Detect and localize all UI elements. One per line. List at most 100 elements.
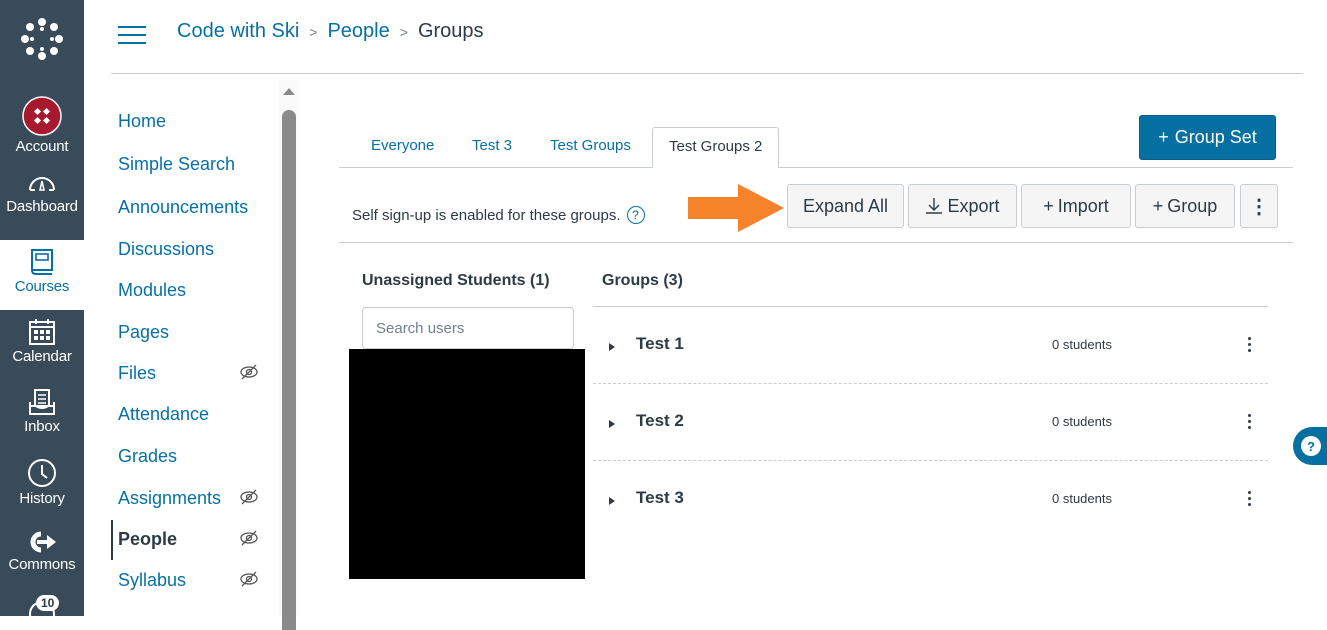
- redacted-student-list: [349, 349, 585, 579]
- nav-label: Account: [15, 138, 69, 155]
- breadcrumb: Code with Ski > People > Groups: [177, 20, 484, 43]
- add-group-set-button[interactable]: + Group Set: [1139, 115, 1276, 160]
- scrollbar-thumb[interactable]: [282, 110, 296, 630]
- expand-caret-icon[interactable]: [609, 343, 615, 351]
- nav-label: Calendar: [12, 348, 72, 365]
- active-indicator: [111, 520, 113, 560]
- add-group-button[interactable]: + Group: [1135, 184, 1235, 228]
- scroll-up-arrow-icon[interactable]: [283, 88, 295, 95]
- group-kebab-icon[interactable]: [1241, 332, 1257, 356]
- nav-label: Dashboard: [6, 198, 78, 215]
- help-question-icon[interactable]: ?: [626, 206, 645, 224]
- button-label: Group: [1167, 195, 1218, 216]
- breadcrumb-separator: >: [309, 23, 318, 40]
- account-avatar-icon: [22, 96, 62, 136]
- canvas-logo[interactable]: [0, 14, 84, 70]
- tab-test-groups[interactable]: Test Groups: [550, 137, 631, 154]
- course-nav-syllabus[interactable]: Syllabus: [118, 570, 186, 591]
- course-nav-grades[interactable]: Grades: [118, 446, 177, 467]
- plus-icon: +: [1152, 195, 1164, 216]
- nav-label: Courses: [14, 278, 70, 295]
- nav-label: History: [19, 490, 65, 507]
- nav-account[interactable]: Account: [0, 96, 84, 166]
- kebab-icon: ⋮: [1249, 195, 1269, 218]
- export-button[interactable]: Export: [908, 184, 1017, 228]
- search-users-input[interactable]: [362, 307, 574, 349]
- annotation-arrow-icon: [688, 184, 784, 232]
- group-kebab-icon[interactable]: [1241, 486, 1257, 510]
- nav-inbox[interactable]: Inbox: [0, 382, 84, 452]
- tab-test-groups-2[interactable]: Test Groups 2: [652, 127, 780, 168]
- course-nav-modules[interactable]: Modules: [118, 280, 186, 301]
- nav-courses[interactable]: Courses: [0, 240, 84, 310]
- button-label: Export: [947, 195, 1000, 216]
- commons-icon: [30, 531, 56, 553]
- course-nav-people[interactable]: People: [118, 529, 177, 550]
- self-signup-text: Self sign-up is enabled for these groups…: [352, 206, 621, 224]
- canvas-logo-icon: [21, 18, 63, 60]
- breadcrumb-current: Groups: [417, 20, 484, 42]
- nav-label: Inbox: [24, 418, 60, 435]
- plus-icon: +: [1158, 127, 1169, 147]
- course-nav-home[interactable]: Home: [118, 111, 166, 132]
- course-nav-files[interactable]: Files: [118, 363, 156, 384]
- dashboard-icon: [29, 177, 55, 191]
- group-row[interactable]: Test 1 0 students: [593, 307, 1268, 384]
- calendar-icon: [29, 319, 55, 345]
- group-kebab-icon[interactable]: [1241, 409, 1257, 433]
- help-tray-button[interactable]: ?: [1293, 427, 1327, 465]
- inbox-icon: [29, 389, 55, 415]
- courses-icon: [31, 249, 53, 275]
- plus-icon: +: [1043, 195, 1054, 216]
- hidden-eye-icon: [240, 489, 258, 505]
- hamburger-icon: [118, 26, 146, 28]
- button-label: Group Set: [1174, 127, 1257, 147]
- button-label: Expand All: [802, 195, 889, 216]
- self-signup-notice: Self sign-up is enabled for these groups…: [352, 206, 645, 224]
- tab-test-3[interactable]: Test 3: [472, 137, 512, 154]
- nav-dashboard[interactable]: Dashboard: [0, 170, 84, 240]
- more-options-button[interactable]: ⋮: [1240, 184, 1278, 228]
- button-label: Import: [1057, 195, 1109, 216]
- help-question-icon: ?: [1301, 436, 1321, 456]
- group-row[interactable]: Test 2 0 students: [593, 384, 1268, 461]
- group-student-count: 0 students: [1052, 337, 1112, 352]
- expand-all-button[interactable]: Expand All: [787, 184, 904, 228]
- breadcrumb-people[interactable]: People: [327, 20, 389, 43]
- course-nav-simple-search[interactable]: Simple Search: [118, 154, 235, 175]
- group-name[interactable]: Test 2: [636, 411, 684, 431]
- group-row[interactable]: Test 3 0 students: [593, 461, 1268, 538]
- toolbar-divider: [339, 242, 1293, 243]
- history-icon: [28, 459, 56, 487]
- group-student-count: 0 students: [1052, 414, 1112, 429]
- nav-help[interactable]: 10: [0, 592, 84, 616]
- course-nav-announcements[interactable]: Announcements: [118, 197, 248, 218]
- group-name[interactable]: Test 1: [636, 334, 684, 354]
- course-nav-assignments[interactable]: Assignments: [118, 488, 221, 509]
- hidden-eye-icon: [240, 530, 258, 546]
- hidden-eye-icon: [240, 364, 258, 380]
- header-divider: [111, 73, 1303, 74]
- import-button[interactable]: + Import: [1021, 184, 1131, 228]
- course-menu-toggle[interactable]: [118, 26, 146, 44]
- unassigned-heading: Unassigned Students (1): [362, 272, 550, 289]
- expand-caret-icon[interactable]: [609, 420, 615, 428]
- tab-everyone[interactable]: Everyone: [371, 137, 434, 154]
- course-nav-pages[interactable]: Pages: [118, 322, 169, 343]
- hidden-eye-icon: [240, 571, 258, 587]
- nav-label: Commons: [8, 556, 76, 573]
- notification-badge: 10: [36, 595, 60, 611]
- groups-heading: Groups (3): [602, 272, 683, 289]
- course-nav-attendance[interactable]: Attendance: [118, 404, 209, 425]
- group-student-count: 0 students: [1052, 491, 1112, 506]
- group-name[interactable]: Test 3: [636, 488, 684, 508]
- nav-commons[interactable]: Commons: [0, 522, 84, 592]
- course-nav-discussions[interactable]: Discussions: [118, 239, 214, 260]
- breadcrumb-course[interactable]: Code with Ski: [177, 20, 299, 43]
- nav-history[interactable]: History: [0, 452, 84, 522]
- nav-calendar[interactable]: Calendar: [0, 312, 84, 382]
- download-icon: [926, 198, 943, 214]
- expand-caret-icon[interactable]: [609, 497, 615, 505]
- global-nav: Account Dashboard Courses Calendar Inbox…: [0, 0, 84, 616]
- breadcrumb-separator: >: [399, 23, 408, 40]
